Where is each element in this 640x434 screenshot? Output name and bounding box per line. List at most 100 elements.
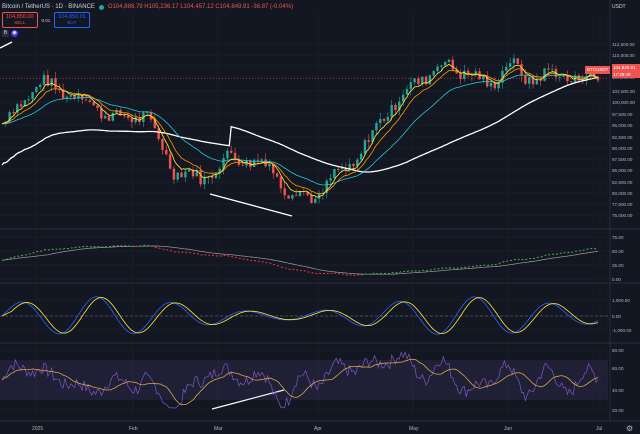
candle-body bbox=[123, 115, 126, 117]
candle-body bbox=[382, 119, 386, 121]
osc1-line-seg bbox=[441, 267, 444, 269]
symbol-title[interactable]: Bitcoin / TetherUS · 1D · BINANCE bbox=[2, 4, 95, 10]
price-axis-tick: 97,500.00 bbox=[612, 112, 633, 117]
candle-body bbox=[451, 59, 455, 70]
osc1-line-seg bbox=[464, 266, 467, 269]
osc1-line-seg bbox=[349, 274, 352, 276]
candle-body bbox=[352, 163, 355, 167]
ohlc-readout: O104,886.79 H105,236.17 L104,457.12 C104… bbox=[107, 4, 294, 10]
candle-body bbox=[440, 65, 443, 67]
eye-icon[interactable]: ◉ bbox=[11, 30, 18, 37]
candle-body bbox=[337, 168, 340, 170]
price-axis-tick: 87,500.00 bbox=[612, 157, 633, 162]
candle-body bbox=[260, 159, 263, 161]
candle-body bbox=[428, 75, 432, 85]
candle-body bbox=[188, 169, 191, 172]
osc1-line-seg bbox=[5, 258, 8, 261]
osc1-line-seg bbox=[9, 257, 12, 259]
time-axis-label: May bbox=[409, 426, 419, 432]
candle-body bbox=[390, 104, 393, 117]
candle-body bbox=[203, 177, 206, 185]
last-price: 104,849.91 bbox=[613, 65, 636, 70]
currency-label[interactable]: USDT bbox=[612, 4, 626, 10]
price-axis-tick: 75,000.00 bbox=[612, 213, 633, 218]
osc1-line-seg bbox=[211, 254, 215, 257]
candle-body bbox=[291, 195, 294, 199]
price-axis-tick: 0.00 bbox=[612, 277, 621, 282]
price-axis-tick: 100,000.00 bbox=[612, 100, 635, 105]
candle-body bbox=[39, 84, 42, 88]
candle-body bbox=[459, 73, 462, 79]
candle-body bbox=[145, 112, 149, 114]
candle-body bbox=[528, 77, 531, 84]
price-axis-tick: 92,500.00 bbox=[612, 135, 633, 140]
candle-body bbox=[172, 168, 176, 180]
candle-body bbox=[233, 152, 237, 159]
candle-body bbox=[401, 94, 405, 102]
time-axis-label: Apr bbox=[314, 426, 322, 432]
candle-body bbox=[386, 116, 390, 121]
price-axis-tick: 110,000.00 bbox=[612, 53, 635, 58]
osc1-line-seg bbox=[460, 266, 463, 269]
price-axis-tick: 50.00 bbox=[612, 249, 624, 254]
candle-body bbox=[512, 58, 516, 64]
candle-body bbox=[443, 62, 447, 66]
candle-body bbox=[516, 58, 519, 64]
osc1-line-seg bbox=[506, 260, 509, 262]
candle-body bbox=[176, 172, 179, 180]
candle-body bbox=[168, 154, 172, 169]
candle-body bbox=[447, 59, 451, 63]
candle-body bbox=[161, 139, 164, 150]
price-axis-tick: 82,500.00 bbox=[612, 180, 633, 185]
candle-body bbox=[543, 68, 546, 81]
osc1-line-seg bbox=[322, 272, 325, 275]
time-axis-label: 2025 bbox=[32, 426, 43, 432]
time-axis-label: Jun bbox=[504, 426, 512, 432]
bar-countdown: 17:45:49 bbox=[613, 72, 631, 77]
candle-body bbox=[12, 112, 15, 113]
candle-body bbox=[432, 71, 435, 76]
candle-body bbox=[35, 87, 38, 93]
candle-body bbox=[363, 140, 367, 154]
osc1-line-seg bbox=[399, 271, 402, 273]
price-axis-tick: 60.00 bbox=[612, 366, 624, 371]
gear-icon[interactable]: ⚙ bbox=[626, 424, 633, 433]
osc1-line-seg bbox=[1, 259, 5, 261]
price-axis-tick: 40.00 bbox=[612, 388, 624, 393]
last-price-tag: 104,849.91 17:45:49 bbox=[612, 64, 640, 78]
candle-body bbox=[199, 170, 202, 185]
osc1-line-seg bbox=[525, 258, 528, 261]
candle-body bbox=[570, 81, 573, 83]
buy-button[interactable]: 104,850.01 BUY bbox=[54, 12, 90, 28]
candle-body bbox=[50, 78, 53, 86]
price-axis-tick: 80,000.00 bbox=[612, 191, 633, 196]
osc1-line-seg bbox=[85, 245, 89, 248]
candle-body bbox=[375, 123, 378, 131]
bars-toggle-button[interactable]: B bbox=[2, 30, 9, 37]
candle-body bbox=[103, 115, 107, 119]
time-axis-label: Jul bbox=[596, 426, 602, 432]
price-axis-tick: 20.00 bbox=[612, 408, 624, 413]
candle-body bbox=[230, 150, 233, 153]
candle-body bbox=[126, 116, 130, 118]
candle-body bbox=[279, 176, 283, 189]
time-axis-label: Feb bbox=[129, 426, 138, 432]
sell-button[interactable]: 104,850.00 SELL bbox=[2, 12, 38, 28]
chart-canvas[interactable]: 112,500.00110,000.00107,500.00105,000.00… bbox=[0, 0, 640, 434]
candle-body bbox=[417, 78, 420, 85]
indicator-controls: B ◉ bbox=[2, 30, 18, 37]
candle-body bbox=[84, 99, 88, 101]
price-axis-tick: 90,000.00 bbox=[612, 146, 633, 151]
candle-body bbox=[241, 164, 244, 166]
candle-body bbox=[405, 88, 409, 95]
candle-body bbox=[226, 150, 229, 159]
candle-body bbox=[505, 66, 508, 71]
candle-body bbox=[256, 159, 260, 161]
sell-label: SELL bbox=[14, 20, 26, 25]
candle-body bbox=[268, 163, 271, 167]
osc1-line-seg bbox=[395, 272, 398, 274]
price-axis-tick: 75.00 bbox=[612, 235, 624, 240]
candle-body bbox=[107, 115, 111, 121]
candle-body bbox=[54, 78, 57, 89]
osc1-line-seg bbox=[257, 260, 261, 263]
